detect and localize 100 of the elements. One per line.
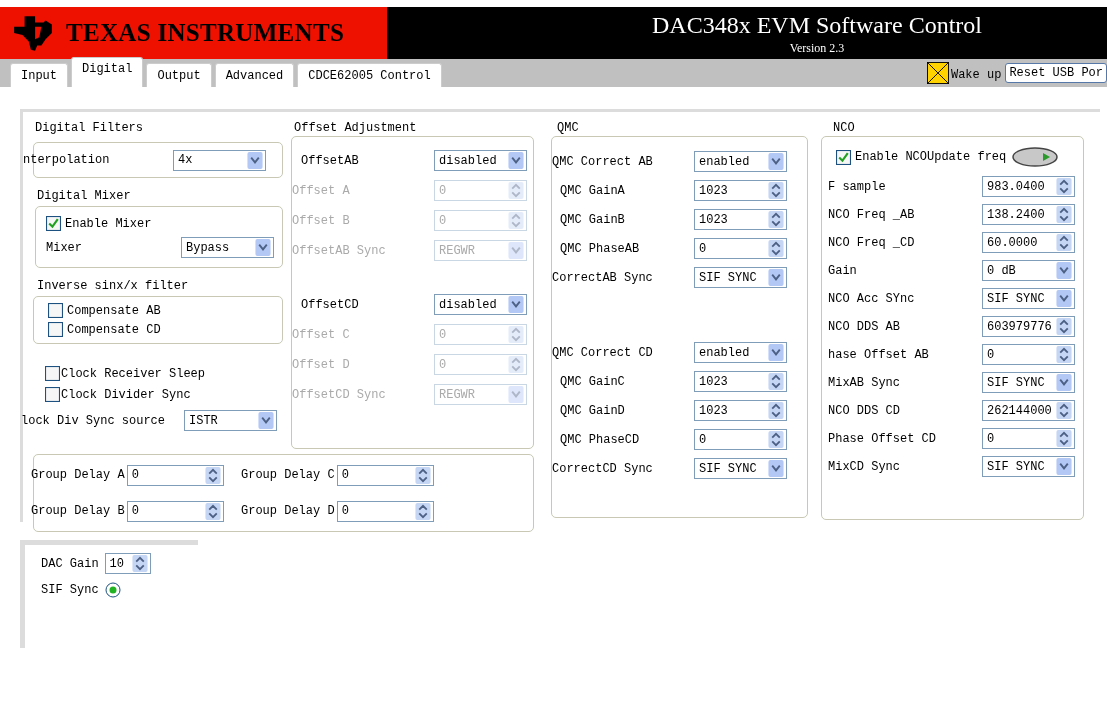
checkbox-icon[interactable]	[46, 216, 61, 231]
field-label: QMC GainB	[560, 212, 625, 227]
dropdown[interactable]: 4x	[173, 149, 266, 171]
field-label: Gain	[828, 263, 857, 278]
spinner-icon[interactable]	[768, 402, 784, 419]
spinner-icon[interactable]	[1056, 318, 1072, 335]
dropdown[interactable]: disabled	[434, 294, 527, 315]
checkbox[interactable]: Enable NCO	[836, 149, 927, 165]
number-field[interactable]: 0	[336, 464, 434, 486]
checkbox-icon[interactable]	[48, 322, 63, 337]
number-field[interactable]: 1023	[694, 400, 787, 421]
tab[interactable]: CDCE62005 Control	[297, 63, 442, 87]
dropdown[interactable]: 0 dB	[982, 260, 1075, 281]
reset-button[interactable]: Reset USB Por	[1005, 63, 1107, 83]
spinner-icon[interactable]	[414, 466, 431, 484]
caret-icon[interactable]	[1056, 290, 1072, 307]
dropdown[interactable]: disabled	[434, 150, 527, 171]
number-field[interactable]: 0	[126, 500, 224, 522]
checkbox-icon[interactable]	[45, 366, 60, 381]
spinner-icon[interactable]	[1056, 430, 1072, 447]
number-field[interactable]: 983.0400	[982, 176, 1075, 197]
version-text: Version 2.3	[789, 41, 845, 56]
dropdown[interactable]: SIF SYNC	[982, 456, 1075, 477]
caret-icon[interactable]	[1056, 458, 1072, 475]
tab[interactable]: Output	[146, 63, 212, 87]
checkbox[interactable]: Compensate CD	[48, 322, 282, 337]
field-label: MixCD Sync	[828, 459, 900, 474]
field-label: QMC GainD	[560, 403, 625, 418]
dropdown[interactable]: SIF SYNC	[694, 267, 787, 288]
dropdown[interactable]: ISTR	[184, 410, 277, 431]
checkbox[interactable]: Compensate AB	[48, 303, 282, 318]
spinner-icon[interactable]	[1056, 234, 1072, 251]
number-field[interactable]: 10	[104, 553, 151, 574]
spinner-icon[interactable]	[1056, 402, 1072, 419]
dropdown[interactable]: enabled	[694, 151, 787, 172]
spinner-icon[interactable]	[204, 466, 221, 484]
number-field[interactable]: 0	[982, 344, 1075, 365]
wake-up-indicator[interactable]	[926, 62, 949, 84]
caret-icon[interactable]	[768, 269, 784, 286]
checkbox[interactable]: Clock Divider Sync	[45, 387, 291, 402]
checkbox[interactable]: Clock Receiver Sleep	[45, 366, 291, 381]
spinner-icon[interactable]	[1056, 346, 1072, 363]
field-label: QMC Correct CD	[552, 345, 653, 360]
checkbox[interactable]: Enable Mixer	[46, 216, 274, 231]
dropdown[interactable]: enabled	[694, 342, 787, 363]
spinner-icon[interactable]	[204, 502, 221, 520]
number-field[interactable]: 0	[126, 464, 224, 486]
field-label: QMC GainC	[560, 374, 625, 389]
number-field[interactable]: 1023	[694, 371, 787, 392]
caret-icon[interactable]	[508, 296, 524, 313]
spinner-icon[interactable]	[768, 182, 784, 199]
caret-icon[interactable]	[768, 153, 784, 170]
number-field[interactable]: 60.0000	[982, 232, 1075, 253]
field-label: QMC Correct AB	[552, 154, 653, 169]
radio-button[interactable]	[104, 582, 121, 598]
field-label: NCO DDS AB	[828, 319, 900, 334]
app-title: DAC348x EVM Software Control	[652, 11, 982, 40]
spinner-icon[interactable]	[768, 373, 784, 390]
number-field[interactable]: 1023	[694, 209, 787, 230]
caret-icon[interactable]	[247, 151, 263, 169]
number-field[interactable]: 0	[982, 428, 1075, 449]
spinner-icon[interactable]	[768, 240, 784, 257]
checkbox-icon[interactable]	[836, 149, 851, 165]
number-field[interactable]: 0	[694, 238, 787, 259]
tab[interactable]: Input	[10, 63, 68, 87]
number-field[interactable]: 0	[336, 500, 434, 522]
dropdown[interactable]: Bypass	[181, 237, 274, 258]
dropdown[interactable]: SIF SYNC	[982, 288, 1075, 309]
caret-icon[interactable]	[1056, 262, 1072, 279]
spinner-icon[interactable]	[414, 502, 431, 520]
caret-icon[interactable]	[768, 460, 784, 477]
caret-icon[interactable]	[768, 344, 784, 361]
field-label: Offset B	[292, 213, 350, 228]
update-toggle-button[interactable]	[1012, 147, 1059, 167]
tab[interactable]: Advanced	[214, 63, 295, 87]
field-label: Offset A	[292, 183, 350, 198]
number-field[interactable]: 262144000	[982, 400, 1075, 421]
section-title: Offset Adjustment	[294, 120, 418, 136]
number-field[interactable]: 1023	[694, 180, 787, 201]
dropdown[interactable]: SIF SYNC	[982, 372, 1075, 393]
number-field[interactable]: 138.2400	[982, 204, 1075, 225]
field-label: Phase Offset CD	[828, 431, 937, 446]
spinner-icon[interactable]	[768, 431, 784, 448]
caret-icon[interactable]	[258, 412, 274, 429]
spinner-icon[interactable]	[1056, 178, 1072, 195]
number-field[interactable]: 0	[694, 429, 787, 450]
caret-icon[interactable]	[255, 239, 271, 256]
spinner-icon[interactable]	[768, 211, 784, 228]
field-label: QMC PhaseAB	[560, 241, 640, 256]
checkbox-icon[interactable]	[45, 387, 60, 402]
number-field[interactable]: 603979776	[982, 316, 1075, 337]
spinner-icon[interactable]	[131, 555, 148, 572]
tab[interactable]: Digital	[71, 57, 144, 87]
spinner-icon[interactable]	[1056, 206, 1072, 223]
caret-icon[interactable]	[1056, 374, 1072, 391]
field-label: QMC PhaseCD	[560, 432, 640, 447]
checkbox-icon[interactable]	[48, 303, 63, 318]
dropdown[interactable]: SIF SYNC	[694, 458, 787, 479]
caret-icon[interactable]	[508, 152, 524, 169]
field-label: SIF Sync	[41, 583, 99, 597]
